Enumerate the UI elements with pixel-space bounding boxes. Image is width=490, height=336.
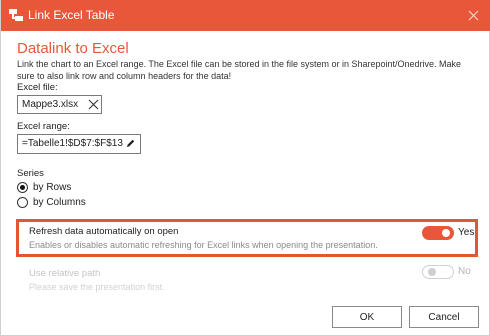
excel-range-label: Excel range: <box>17 121 70 132</box>
excel-file-label: Excel file: <box>17 82 58 93</box>
excel-range-value: =Tabelle1!$D$7:$F$13 <box>22 138 123 149</box>
refresh-toggle-label: Yes <box>458 227 475 238</box>
excel-link-icon <box>9 9 23 21</box>
refresh-option-description: Enables or disables automatic refreshing… <box>29 240 378 250</box>
radio-by-columns[interactable] <box>17 196 28 208</box>
relative-path-title: Use relative path <box>29 268 101 279</box>
series-by-columns-option[interactable]: by Columns <box>17 195 86 209</box>
excel-range-field[interactable]: =Tabelle1!$D$7:$F$13 <box>17 134 141 154</box>
relative-path-description: Please save the presentation first. <box>29 282 165 292</box>
excel-file-value: Mappe3.xlsx <box>22 99 79 110</box>
link-excel-dialog: Link Excel Table Datalink to Excel Link … <box>0 0 490 336</box>
toggle-knob <box>428 268 436 276</box>
excel-file-field[interactable]: Mappe3.xlsx <box>17 95 102 114</box>
ok-button[interactable]: OK <box>332 306 402 328</box>
window-title: Link Excel Table <box>28 8 115 22</box>
radio-by-rows[interactable] <box>17 181 28 193</box>
close-button[interactable] <box>464 6 482 24</box>
dialog-description: Link the chart to an Excel range. The Ex… <box>17 59 462 81</box>
dialog-heading: Datalink to Excel <box>17 40 129 57</box>
refresh-option-highlight <box>16 219 478 257</box>
refresh-toggle[interactable] <box>422 226 454 240</box>
title-bar: Link Excel Table <box>1 0 490 31</box>
relative-path-toggle-label: No <box>458 266 471 277</box>
toggle-knob <box>442 229 450 237</box>
close-icon <box>468 10 478 20</box>
relative-path-toggle[interactable] <box>422 265 454 279</box>
radio-by-rows-label: by Rows <box>33 181 72 193</box>
remove-file-icon[interactable] <box>88 99 99 110</box>
radio-by-columns-label: by Columns <box>33 196 86 208</box>
refresh-option-title: Refresh data automatically on open <box>29 226 179 237</box>
cancel-button[interactable]: Cancel <box>409 306 479 328</box>
series-label: Series <box>17 168 44 179</box>
edit-range-icon[interactable] <box>125 138 136 149</box>
series-by-rows-option[interactable]: by Rows <box>17 180 71 194</box>
